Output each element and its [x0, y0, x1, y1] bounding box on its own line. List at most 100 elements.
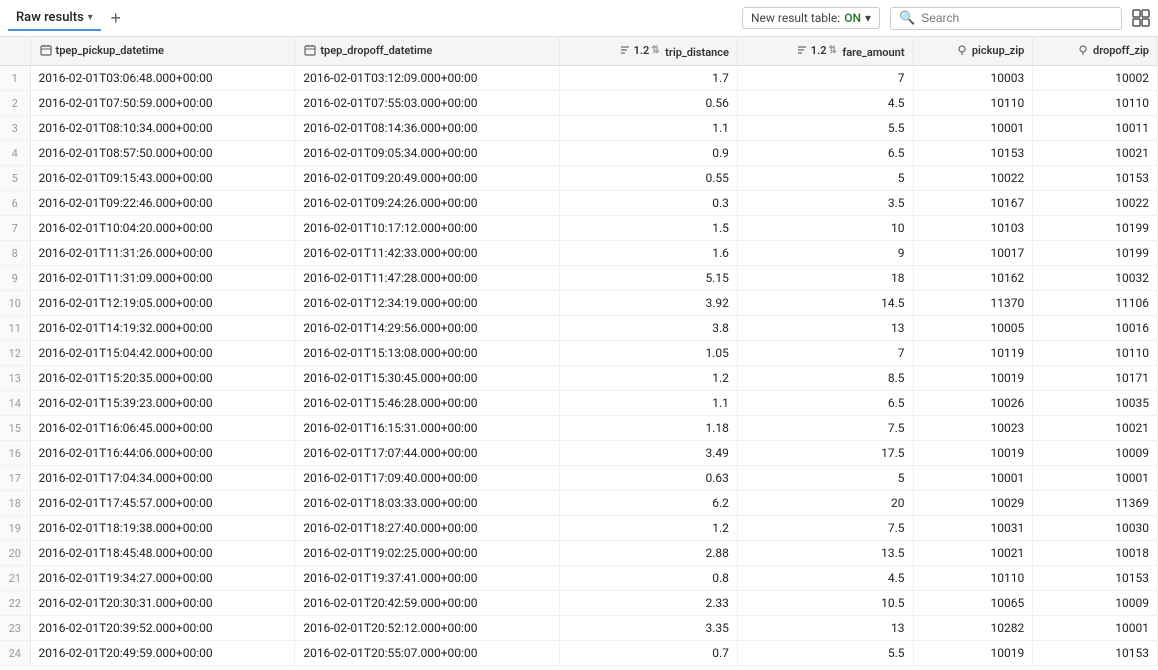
cell-fare-amount: 5.5 — [737, 116, 913, 141]
cell-trip-distance: 6.2 — [560, 491, 738, 516]
table-row: 32016-02-01T08:10:34.000+00:002016-02-01… — [0, 116, 1158, 141]
add-view-button[interactable]: + — [105, 7, 127, 29]
search-input[interactable] — [921, 11, 1113, 25]
row-number: 11 — [0, 316, 30, 341]
table-row: 92016-02-01T11:31:09.000+00:002016-02-01… — [0, 266, 1158, 291]
cell-pickup-datetime: 2016-02-01T11:31:26.000+00:00 — [30, 241, 295, 266]
row-number: 3 — [0, 116, 30, 141]
cell-pickup-datetime: 2016-02-01T08:57:50.000+00:00 — [30, 141, 295, 166]
cell-trip-distance: 1.5 — [560, 216, 738, 241]
raw-results-tab[interactable]: Raw results ▾ — [8, 6, 101, 31]
table-row: 242016-02-01T20:49:59.000+00:002016-02-0… — [0, 641, 1158, 666]
row-number: 21 — [0, 566, 30, 591]
datetime-icon-2 — [303, 43, 317, 57]
cell-dropoff-datetime: 2016-02-01T07:55:03.000+00:00 — [295, 91, 560, 116]
cell-fare-amount: 5 — [737, 166, 913, 191]
table-row: 102016-02-01T12:19:05.000+00:002016-02-0… — [0, 291, 1158, 316]
col-header-fare-amount[interactable]: 1.2 ⇅ fare_amount — [737, 37, 913, 66]
cell-dropoff-datetime: 2016-02-01T19:37:41.000+00:00 — [295, 566, 560, 591]
cell-pickup-zip: 10031 — [913, 516, 1033, 541]
search-icon: 🔍 — [899, 11, 915, 26]
cell-dropoff-datetime: 2016-02-01T11:42:33.000+00:00 — [295, 241, 560, 266]
table-row: 202016-02-01T18:45:48.000+00:002016-02-0… — [0, 541, 1158, 566]
cell-fare-amount: 17.5 — [737, 441, 913, 466]
cell-fare-amount: 20 — [737, 491, 913, 516]
cell-dropoff-zip: 11369 — [1033, 491, 1158, 516]
cell-dropoff-datetime: 2016-02-01T17:09:40.000+00:00 — [295, 466, 560, 491]
cell-dropoff-zip: 10022 — [1033, 191, 1158, 216]
cell-pickup-datetime: 2016-02-01T17:45:57.000+00:00 — [30, 491, 295, 516]
row-number: 4 — [0, 141, 30, 166]
cell-pickup-datetime: 2016-02-01T15:39:23.000+00:00 — [30, 391, 295, 416]
cell-dropoff-datetime: 2016-02-01T15:30:45.000+00:00 — [295, 366, 560, 391]
cell-pickup-zip: 10167 — [913, 191, 1033, 216]
cell-pickup-datetime: 2016-02-01T16:06:45.000+00:00 — [30, 416, 295, 441]
cell-dropoff-zip: 10199 — [1033, 241, 1158, 266]
cell-dropoff-zip: 10030 — [1033, 516, 1158, 541]
cell-fare-amount: 5.5 — [737, 641, 913, 666]
topbar-left: Raw results ▾ + — [8, 6, 127, 31]
row-number: 18 — [0, 491, 30, 516]
col-header-trip-distance[interactable]: 1.2 ⇅ trip_distance — [560, 37, 738, 66]
cell-pickup-datetime: 2016-02-01T03:06:48.000+00:00 — [30, 66, 295, 91]
cell-pickup-zip: 10282 — [913, 616, 1033, 641]
table-header-row: tpep_pickup_datetime tpep_dropoff_dateti… — [0, 37, 1158, 66]
cell-trip-distance: 2.88 — [560, 541, 738, 566]
cell-trip-distance: 3.92 — [560, 291, 738, 316]
cell-fare-amount: 7 — [737, 66, 913, 91]
cell-fare-amount: 7.5 — [737, 416, 913, 441]
cell-dropoff-zip: 10011 — [1033, 116, 1158, 141]
cell-dropoff-zip: 10199 — [1033, 216, 1158, 241]
col-header-dropoff-zip[interactable]: dropoff_zip — [1033, 37, 1158, 66]
cell-pickup-zip: 10022 — [913, 166, 1033, 191]
cell-dropoff-datetime: 2016-02-01T09:05:34.000+00:00 — [295, 141, 560, 166]
cell-trip-distance: 3.8 — [560, 316, 738, 341]
cell-pickup-datetime: 2016-02-01T19:34:27.000+00:00 — [30, 566, 295, 591]
new-result-table-state: ON — [844, 11, 861, 25]
cell-pickup-datetime: 2016-02-01T16:44:06.000+00:00 — [30, 441, 295, 466]
cell-pickup-datetime: 2016-02-01T20:49:59.000+00:00 — [30, 641, 295, 666]
cell-trip-distance: 1.1 — [560, 116, 738, 141]
cell-fare-amount: 4.5 — [737, 91, 913, 116]
cell-dropoff-zip: 10018 — [1033, 541, 1158, 566]
search-box[interactable]: 🔍 — [890, 7, 1122, 30]
sort-arrows-distance: ⇅ — [651, 45, 659, 56]
row-number: 16 — [0, 441, 30, 466]
cell-fare-amount: 6.5 — [737, 141, 913, 166]
layout-icon[interactable] — [1132, 9, 1150, 27]
cell-pickup-zip: 10065 — [913, 591, 1033, 616]
new-result-table-toggle[interactable]: New result table: ON ▾ — [742, 7, 880, 29]
cell-fare-amount: 9 — [737, 241, 913, 266]
cell-trip-distance: 0.56 — [560, 91, 738, 116]
table-row: 172016-02-01T17:04:34.000+00:002016-02-0… — [0, 466, 1158, 491]
cell-fare-amount: 10 — [737, 216, 913, 241]
cell-pickup-zip: 11370 — [913, 291, 1033, 316]
cell-pickup-datetime: 2016-02-01T07:50:59.000+00:00 — [30, 91, 295, 116]
cell-dropoff-zip: 10110 — [1033, 341, 1158, 366]
col-header-pickup-datetime[interactable]: tpep_pickup_datetime — [30, 37, 295, 66]
cell-trip-distance: 0.3 — [560, 191, 738, 216]
cell-dropoff-datetime: 2016-02-01T15:46:28.000+00:00 — [295, 391, 560, 416]
cell-dropoff-datetime: 2016-02-01T18:27:40.000+00:00 — [295, 516, 560, 541]
cell-dropoff-datetime: 2016-02-01T09:24:26.000+00:00 — [295, 191, 560, 216]
col-header-pickup-zip[interactable]: pickup_zip — [913, 37, 1033, 66]
cell-dropoff-zip: 10016 — [1033, 316, 1158, 341]
col-header-dropoff-datetime[interactable]: tpep_dropoff_datetime — [295, 37, 560, 66]
cell-dropoff-zip: 10009 — [1033, 591, 1158, 616]
cell-fare-amount: 18 — [737, 266, 913, 291]
cell-fare-amount: 5 — [737, 466, 913, 491]
cell-pickup-zip: 10021 — [913, 541, 1033, 566]
table-row: 132016-02-01T15:20:35.000+00:002016-02-0… — [0, 366, 1158, 391]
col-header-rownum — [0, 37, 30, 66]
cell-dropoff-zip: 10009 — [1033, 441, 1158, 466]
cell-pickup-datetime: 2016-02-01T14:19:32.000+00:00 — [30, 316, 295, 341]
cell-fare-amount: 6.5 — [737, 391, 913, 416]
cell-trip-distance: 1.05 — [560, 341, 738, 366]
cell-trip-distance: 0.55 — [560, 166, 738, 191]
cell-pickup-zip: 10019 — [913, 641, 1033, 666]
cell-trip-distance: 1.6 — [560, 241, 738, 266]
results-table: tpep_pickup_datetime tpep_dropoff_dateti… — [0, 37, 1158, 666]
table-row: 22016-02-01T07:50:59.000+00:002016-02-01… — [0, 91, 1158, 116]
row-number: 20 — [0, 541, 30, 566]
row-number: 19 — [0, 516, 30, 541]
